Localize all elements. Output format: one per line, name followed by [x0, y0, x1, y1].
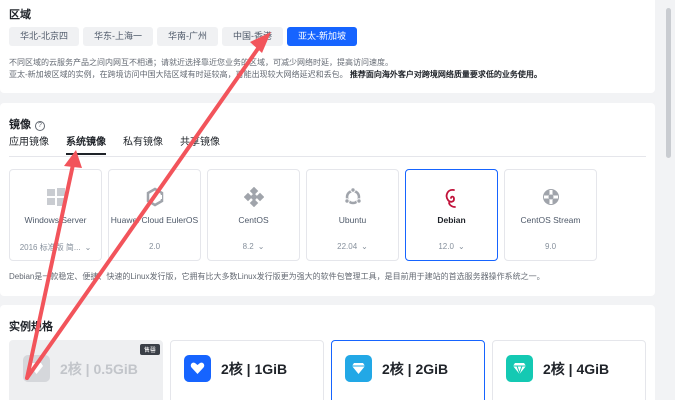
- huawei-euleros-icon: [109, 187, 200, 209]
- tab-app-image[interactable]: 应用镜像: [9, 133, 49, 155]
- instance-title: 实例规格: [9, 321, 53, 333]
- gem-icon: [506, 355, 533, 382]
- image-title-row: 镜像?: [9, 116, 45, 132]
- image-section: 镜像? 应用镜像 系统镜像 私有镜像 共享镜像 Windows Server 2…: [0, 103, 655, 296]
- spec-label: 2核 | 0.5GiB: [60, 361, 138, 377]
- region-description: 不同区域的云服务产品之间内网互不相通；请就近选择靠近您业务的区域，可减少网络时延…: [9, 57, 649, 81]
- tabs-divider: [9, 156, 646, 157]
- os-version-value: 2.0: [148, 242, 161, 251]
- os-name: Windows Server: [24, 215, 87, 225]
- os-version-value: 22.04: [337, 242, 358, 251]
- os-version-value: 8.2: [242, 242, 254, 251]
- spec-card-2c-2g[interactable]: 2核 | 2GiB: [331, 340, 485, 400]
- heart-icon: [184, 355, 211, 382]
- os-card-centos[interactable]: CentOS 8.2 ⌄: [207, 169, 300, 261]
- os-name: CentOS Stream: [520, 215, 581, 225]
- region-desc-line1: 不同区域的云服务产品之间内网互不相通；请就近选择靠近您业务的区域，可减少网络时延…: [9, 58, 393, 67]
- os-card-windows[interactable]: Windows Server 2016 标准版 简... ⌄: [9, 169, 102, 261]
- centos-stream-icon: [505, 187, 596, 209]
- diamond-icon: [345, 355, 372, 382]
- os-card-centos-stream[interactable]: CentOS Stream 9.0: [504, 169, 597, 261]
- sold-out-badge: 售罄: [139, 344, 160, 355]
- spec-card-2c-4g[interactable]: 2核 | 4GiB: [492, 340, 646, 400]
- region-section: 区域 华北-北京四 华东-上海一 华南-广州 中国-香港 亚太-新加坡 不同区域…: [0, 0, 655, 93]
- region-desc-line2: 亚太-新加坡区域的实例，在跨境访问中国大陆区域有时延较高，可能出现较大网络延迟和…: [9, 70, 348, 79]
- region-desc-line2-wrap: 亚太-新加坡区域的实例，在跨境访问中国大陆区域有时延较高，可能出现较大网络延迟和…: [9, 69, 649, 81]
- chevron-down-icon: ⌄: [257, 242, 265, 251]
- region-desc-recommend: 推荐面向海外客户对跨境网络质量要求低的业务使用。: [349, 70, 542, 79]
- os-name: Huawei Cloud EulerOS: [110, 215, 199, 225]
- os-card-list: Windows Server 2016 标准版 简... ⌄ Huawei Clo…: [9, 169, 597, 261]
- region-tab-shanghai1[interactable]: 华东-上海一: [83, 27, 153, 46]
- image-tabs: 应用镜像 系统镜像 私有镜像 共享镜像: [9, 133, 220, 155]
- os-name: Ubuntu: [338, 215, 367, 225]
- os-version-value: 2016 标准版 简...: [19, 243, 81, 252]
- spec-label: 2核 | 2GiB: [382, 361, 449, 377]
- os-card-ubuntu[interactable]: Ubuntu 22.04 ⌄: [306, 169, 399, 261]
- instance-section: 实例规格 2核 | 0.5GiB 售罄 2核 | 1GiB 2核 | 2GiB: [0, 305, 655, 400]
- os-version-select[interactable]: 8.2 ⌄: [208, 242, 299, 251]
- debian-icon: [406, 187, 497, 209]
- centos-icon: [208, 187, 299, 209]
- region-tab-singapore[interactable]: 亚太-新加坡: [287, 27, 357, 46]
- spec-card-2c-0-5g: 2核 | 0.5GiB 售罄: [9, 340, 163, 400]
- os-version-value: 9.0: [544, 242, 557, 251]
- image-title: 镜像: [9, 119, 31, 131]
- region-tab-beijing4[interactable]: 华北-北京四: [9, 27, 79, 46]
- help-icon[interactable]: ?: [35, 121, 45, 131]
- windows-icon: [10, 187, 101, 209]
- spec-card-2c-1g[interactable]: 2核 | 1GiB: [170, 340, 324, 400]
- spec-card-list: 2核 | 0.5GiB 售罄 2核 | 1GiB 2核 | 2GiB 2核 | …: [9, 340, 646, 400]
- diamond-icon: [23, 355, 50, 382]
- tab-shared-image[interactable]: 共享镜像: [180, 133, 220, 155]
- tab-system-image[interactable]: 系统镜像: [66, 133, 106, 155]
- spec-label: 2核 | 4GiB: [543, 361, 610, 377]
- os-name: CentOS: [238, 215, 269, 225]
- chevron-down-icon: ⌄: [84, 243, 92, 252]
- scrollbar-thumb[interactable]: [666, 8, 671, 158]
- region-title: 区域: [9, 9, 31, 21]
- chevron-down-icon: ⌄: [457, 242, 465, 251]
- os-version-select[interactable]: 12.0 ⌄: [406, 242, 497, 251]
- page-scrollbar[interactable]: [666, 0, 672, 400]
- region-tabs: 华北-北京四 华东-上海一 华南-广州 中国-香港 亚太-新加坡: [9, 27, 357, 46]
- os-version-value: 12.0: [438, 242, 454, 251]
- region-tab-hongkong[interactable]: 中国-香港: [222, 27, 283, 46]
- os-card-debian[interactable]: Debian 12.0 ⌄: [405, 169, 498, 261]
- spec-label: 2核 | 1GiB: [221, 361, 288, 377]
- os-description: Debian是一款稳定、便捷、快速的Linux发行版，它拥有比大多数Linux发…: [9, 272, 545, 281]
- os-name: Debian: [437, 215, 466, 225]
- os-card-huawei-euleros[interactable]: Huawei Cloud EulerOS 2.0: [108, 169, 201, 261]
- os-version-select[interactable]: 2016 标准版 简... ⌄: [10, 242, 101, 253]
- chevron-down-icon: ⌄: [361, 242, 368, 251]
- tab-private-image[interactable]: 私有镜像: [123, 133, 163, 155]
- ubuntu-icon: [307, 187, 398, 209]
- os-version-select[interactable]: 22.04 ⌄: [307, 242, 398, 251]
- region-tab-guangzhou[interactable]: 华南-广州: [157, 27, 218, 46]
